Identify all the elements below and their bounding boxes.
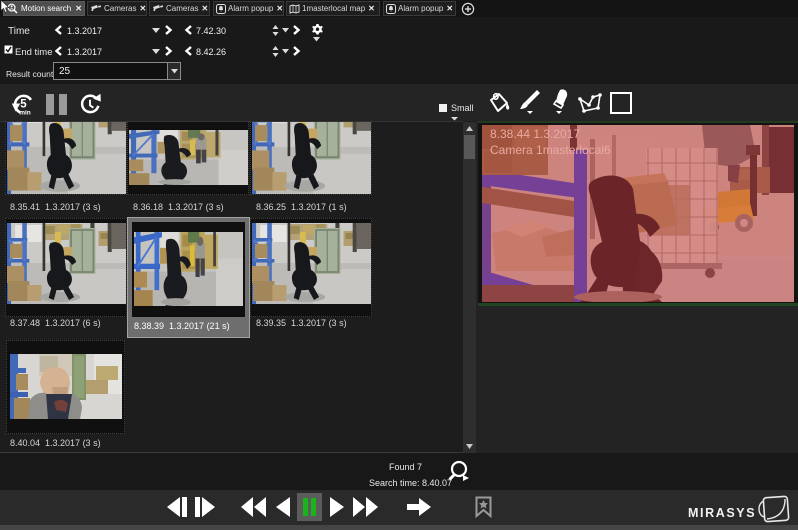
svg-text:min: min — [19, 110, 31, 117]
